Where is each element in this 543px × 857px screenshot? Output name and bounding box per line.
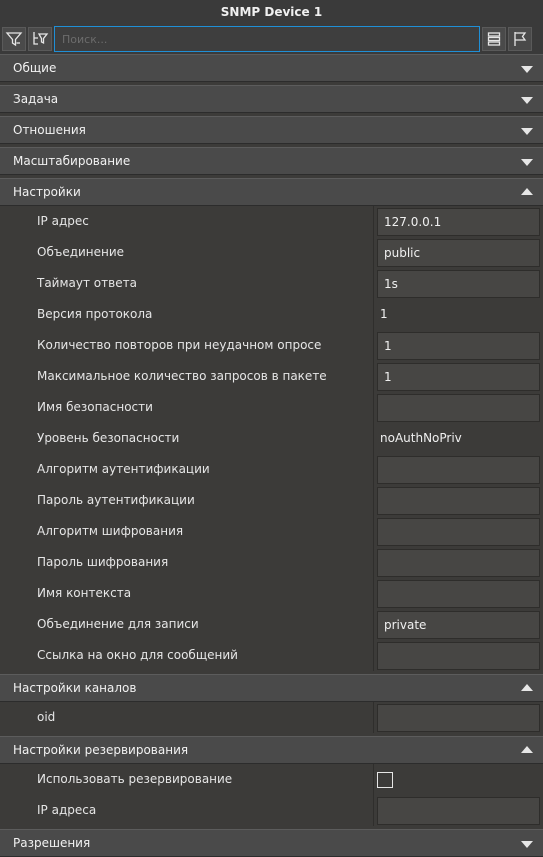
flag-icon[interactable] — [508, 27, 532, 51]
property-label: Ссылка на окно для сообщений — [37, 648, 238, 662]
retries-field[interactable]: 1 — [377, 332, 540, 360]
property-row: Версия протокола 1 — [0, 299, 543, 330]
chevron-down-icon — [521, 128, 533, 135]
section-channel-settings[interactable]: Настройки каналов — [0, 674, 543, 702]
section-scaling[interactable]: Масштабирование — [0, 147, 543, 175]
property-label: Уровень безопасности — [37, 431, 180, 445]
security-name-field[interactable] — [377, 394, 540, 422]
oid-field[interactable] — [377, 704, 540, 732]
write-community-field[interactable]: private — [377, 611, 540, 639]
property-label: Максимальное количество запросов в пакет… — [37, 369, 327, 383]
property-label: IP адреса — [37, 803, 97, 817]
property-row: Пароль шифрования — [0, 547, 543, 578]
ip-addresses-field[interactable] — [377, 797, 540, 825]
property-label: Имя безопасности — [37, 400, 153, 414]
property-row: IP адрес 127.0.0.1 — [0, 206, 543, 237]
filter-icon[interactable] — [2, 27, 26, 51]
use-redundancy-checkbox[interactable] — [377, 772, 393, 788]
property-label: oid — [37, 710, 56, 724]
property-label: Версия протокола — [37, 307, 153, 321]
timeout-field[interactable]: 1s — [377, 270, 540, 298]
section-relations[interactable]: Отношения — [0, 116, 543, 144]
property-row: Количество повторов при неудачном опросе… — [0, 330, 543, 361]
section-permissions[interactable]: Разрешения — [0, 829, 543, 857]
chevron-down-icon — [521, 97, 533, 104]
property-label: Использовать резервирование — [37, 772, 233, 786]
property-label: Объединение для записи — [37, 617, 199, 631]
encryption-password-field[interactable] — [377, 549, 540, 577]
auth-password-field[interactable] — [377, 487, 540, 515]
list-view-icon[interactable] — [482, 27, 506, 51]
community-field[interactable]: public — [377, 239, 540, 267]
property-label: Пароль шифрования — [37, 555, 169, 569]
section-redundancy[interactable]: Настройки резервирования — [0, 736, 543, 764]
protocol-version-value: 1 — [380, 307, 388, 321]
section-scaling-label: Масштабирование — [13, 154, 131, 168]
property-label: Таймаут ответа — [37, 276, 137, 290]
context-name-field[interactable] — [377, 580, 540, 608]
toolbar — [0, 24, 543, 54]
property-row: Имя безопасности — [0, 392, 543, 423]
section-task-label: Задача — [13, 92, 59, 106]
chevron-up-icon — [521, 684, 533, 691]
property-label: IP адрес — [37, 214, 89, 228]
section-task[interactable]: Задача — [0, 85, 543, 113]
property-row: Уровень безопасности noAuthNoPriv — [0, 423, 543, 454]
section-permissions-label: Разрешения — [13, 836, 91, 850]
section-settings[interactable]: Настройки — [0, 178, 543, 206]
section-redundancy-label: Настройки резервирования — [13, 743, 189, 757]
property-label: Имя контекста — [37, 586, 132, 600]
property-row: Объединение public — [0, 237, 543, 268]
encryption-algorithm-field[interactable] — [377, 518, 540, 546]
message-window-link-field[interactable] — [377, 642, 540, 670]
property-label: Алгоритм аутентификации — [37, 462, 210, 476]
property-row: Ссылка на окно для сообщений — [0, 640, 543, 671]
section-general-label: Общие — [13, 61, 57, 75]
chevron-up-icon — [521, 188, 533, 195]
tree-filter-icon[interactable] — [28, 27, 52, 51]
section-general[interactable]: Общие — [0, 54, 543, 82]
chevron-down-icon — [521, 159, 533, 166]
property-row: oid — [0, 702, 543, 733]
property-row: Имя контекста — [0, 578, 543, 609]
chevron-down-icon — [521, 841, 533, 848]
ip-address-field[interactable]: 127.0.0.1 — [377, 208, 540, 236]
section-relations-label: Отношения — [13, 123, 86, 137]
property-row: Использовать резервирование — [0, 764, 543, 795]
window-title: SNMP Device 1 — [0, 0, 543, 24]
property-row: Алгоритм шифрования — [0, 516, 543, 547]
property-label: Пароль аутентификации — [37, 493, 195, 507]
property-row: Объединение для записи private — [0, 609, 543, 640]
search-input[interactable] — [54, 26, 480, 52]
property-row: Максимальное количество запросов в пакет… — [0, 361, 543, 392]
property-row: Алгоритм аутентификации — [0, 454, 543, 485]
section-settings-label: Настройки — [13, 185, 81, 199]
chevron-down-icon — [521, 66, 533, 73]
max-requests-field[interactable]: 1 — [377, 363, 540, 391]
property-label: Количество повторов при неудачном опросе — [37, 338, 322, 352]
property-row: IP адреса — [0, 795, 543, 826]
property-row: Таймаут ответа 1s — [0, 268, 543, 299]
property-label: Алгоритм шифрования — [37, 524, 184, 538]
auth-algorithm-field[interactable] — [377, 456, 540, 484]
property-label: Объединение — [37, 245, 125, 259]
property-row: Пароль аутентификации — [0, 485, 543, 516]
security-level-value[interactable]: noAuthNoPriv — [380, 423, 462, 454]
section-channel-settings-label: Настройки каналов — [13, 681, 137, 695]
chevron-up-icon — [521, 746, 533, 753]
